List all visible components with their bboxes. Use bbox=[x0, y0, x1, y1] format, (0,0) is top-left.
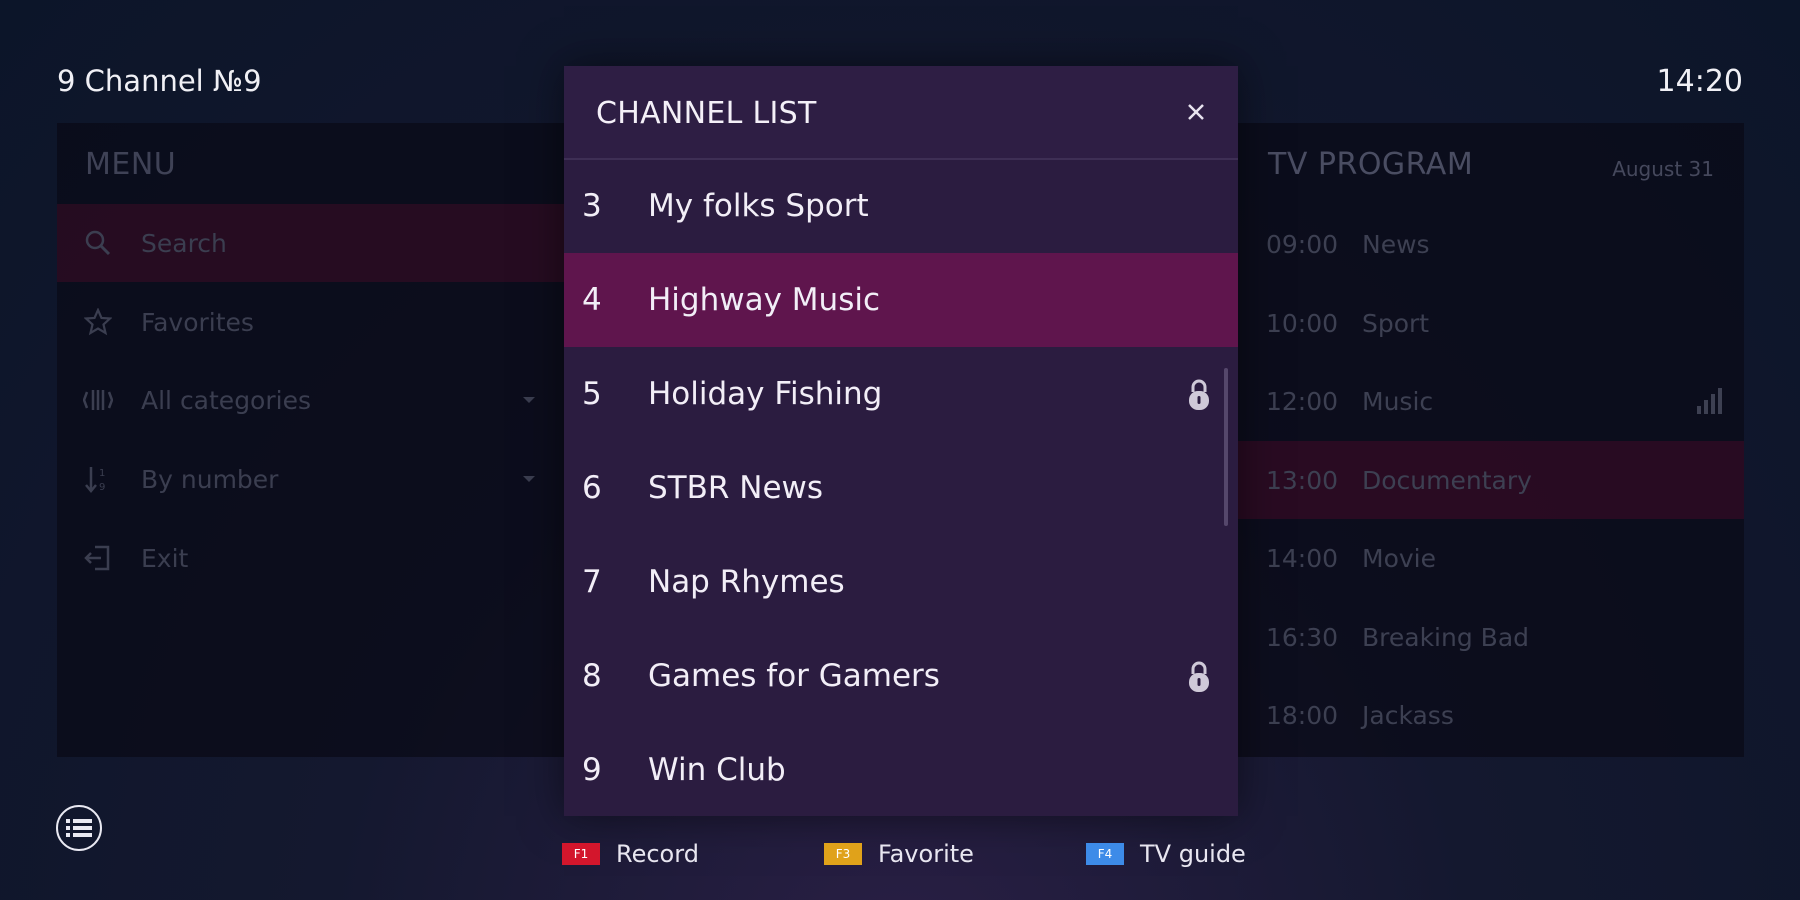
channel-row[interactable]: 3 My folks Sport bbox=[564, 159, 1238, 253]
menu-item-label: Exit bbox=[141, 543, 189, 573]
channel-name: Win Club bbox=[648, 752, 786, 788]
f4-key-badge: F4 bbox=[1086, 843, 1124, 865]
menu-item-exit[interactable]: Exit bbox=[57, 519, 565, 597]
channel-row[interactable]: 5 Holiday Fishing bbox=[564, 347, 1238, 441]
menu-item-label: Search bbox=[141, 228, 227, 258]
channel-name: Highway Music bbox=[648, 282, 881, 318]
menu-item-label: By number bbox=[141, 464, 279, 494]
channel-number: 4 bbox=[582, 282, 602, 318]
program-time: 12:00 bbox=[1266, 386, 1339, 416]
hint-label: TV guide bbox=[1140, 840, 1246, 868]
program-name: Movie bbox=[1362, 543, 1436, 573]
channel-number: 7 bbox=[582, 564, 602, 600]
star-icon bbox=[83, 307, 113, 337]
channel-list-button[interactable] bbox=[56, 805, 102, 851]
hint-record[interactable]: F1 Record bbox=[562, 840, 699, 868]
channel-number: 3 bbox=[582, 188, 602, 224]
exit-icon bbox=[83, 543, 113, 573]
chevron-down-icon bbox=[523, 476, 535, 482]
channel-name: Nap Rhymes bbox=[648, 564, 845, 600]
channel-row[interactable]: 9 Win Club bbox=[564, 723, 1238, 816]
program-row-current[interactable]: 13:00 Documentary bbox=[1236, 441, 1744, 519]
lock-icon bbox=[1189, 379, 1209, 410]
channel-name: Games for Gamers bbox=[648, 658, 940, 694]
tv-program-title: TV PROGRAM bbox=[1268, 147, 1474, 182]
channel-number: 6 bbox=[582, 470, 602, 506]
categories-icon bbox=[83, 385, 113, 415]
hint-label: Favorite bbox=[878, 840, 974, 868]
chevron-down-icon bbox=[523, 397, 535, 403]
hint-favorite[interactable]: F3 Favorite bbox=[824, 840, 974, 868]
menu-item-favorites[interactable]: Favorites bbox=[57, 283, 565, 361]
channel-row[interactable]: 8 Games for Gamers bbox=[564, 629, 1238, 723]
menu-item-search[interactable]: Search bbox=[57, 204, 565, 282]
channel-list-title: CHANNEL LIST bbox=[596, 96, 817, 131]
f1-key-badge: F1 bbox=[562, 843, 600, 865]
program-time: 14:00 bbox=[1266, 543, 1339, 573]
channel-row[interactable]: 7 Nap Rhymes bbox=[564, 535, 1238, 629]
program-time: 18:00 bbox=[1266, 700, 1339, 730]
program-name: Jackass bbox=[1362, 700, 1454, 730]
list-icon bbox=[66, 819, 92, 837]
menu-item-label: Favorites bbox=[141, 307, 254, 337]
clock: 14:20 bbox=[1656, 64, 1743, 99]
program-row[interactable]: 14:00 Movie bbox=[1236, 519, 1744, 597]
program-name: Sport bbox=[1362, 308, 1430, 338]
channel-row-selected[interactable]: 4 Highway Music bbox=[564, 253, 1238, 347]
program-row[interactable]: 10:00 Sport bbox=[1236, 284, 1744, 362]
menu-title: MENU bbox=[85, 147, 177, 182]
program-row[interactable]: 09:00 News bbox=[1236, 205, 1744, 283]
program-name: News bbox=[1362, 229, 1430, 259]
signal-bars-icon bbox=[1697, 388, 1722, 414]
menu-item-label: All categories bbox=[141, 385, 311, 415]
channel-name: Holiday Fishing bbox=[648, 376, 883, 412]
channel-name: My folks Sport bbox=[648, 188, 869, 224]
current-channel-title: 9 Channel №9 bbox=[57, 64, 262, 98]
svg-text:9: 9 bbox=[99, 482, 105, 493]
program-row[interactable]: 18:00 Jackass bbox=[1236, 676, 1744, 754]
program-time: 09:00 bbox=[1266, 229, 1339, 259]
close-icon bbox=[1188, 104, 1204, 120]
program-name: Documentary bbox=[1362, 465, 1532, 495]
channel-number: 9 bbox=[582, 752, 602, 788]
lock-icon bbox=[1189, 661, 1209, 692]
program-time: 16:30 bbox=[1266, 622, 1339, 652]
channel-number: 8 bbox=[582, 658, 602, 694]
program-time: 10:00 bbox=[1266, 308, 1339, 338]
program-row[interactable]: 12:00 Music bbox=[1236, 362, 1744, 440]
program-name: Breaking Bad bbox=[1362, 622, 1530, 652]
channel-list-header: CHANNEL LIST bbox=[564, 66, 1238, 160]
tv-program-panel: TV PROGRAM August 31 09:00 News 10:00 Sp… bbox=[1236, 123, 1744, 757]
scrollbar-thumb[interactable] bbox=[1224, 368, 1228, 526]
menu-item-all-categories[interactable]: All categories bbox=[57, 361, 565, 439]
f3-key-badge: F3 bbox=[824, 843, 862, 865]
channel-list-modal: CHANNEL LIST 3 My folks Sport 4 Highway … bbox=[564, 66, 1238, 816]
svg-text:1: 1 bbox=[99, 468, 105, 479]
menu-panel: MENU Search Favorites All categories 19 … bbox=[57, 123, 565, 757]
sort-icon: 19 bbox=[83, 464, 113, 494]
tv-program-date: August 31 bbox=[1612, 157, 1714, 181]
program-name: Music bbox=[1362, 386, 1434, 416]
program-time: 13:00 bbox=[1266, 465, 1339, 495]
search-icon bbox=[83, 228, 113, 258]
program-row[interactable]: 16:30 Breaking Bad bbox=[1236, 598, 1744, 676]
hint-tv-guide[interactable]: F4 TV guide bbox=[1086, 840, 1246, 868]
hint-label: Record bbox=[616, 840, 699, 868]
close-button[interactable] bbox=[1182, 98, 1210, 126]
channel-number: 5 bbox=[582, 376, 602, 412]
channel-name: STBR News bbox=[648, 470, 824, 506]
channel-row[interactable]: 6 STBR News bbox=[564, 441, 1238, 535]
menu-item-by-number[interactable]: 19 By number bbox=[57, 440, 565, 518]
